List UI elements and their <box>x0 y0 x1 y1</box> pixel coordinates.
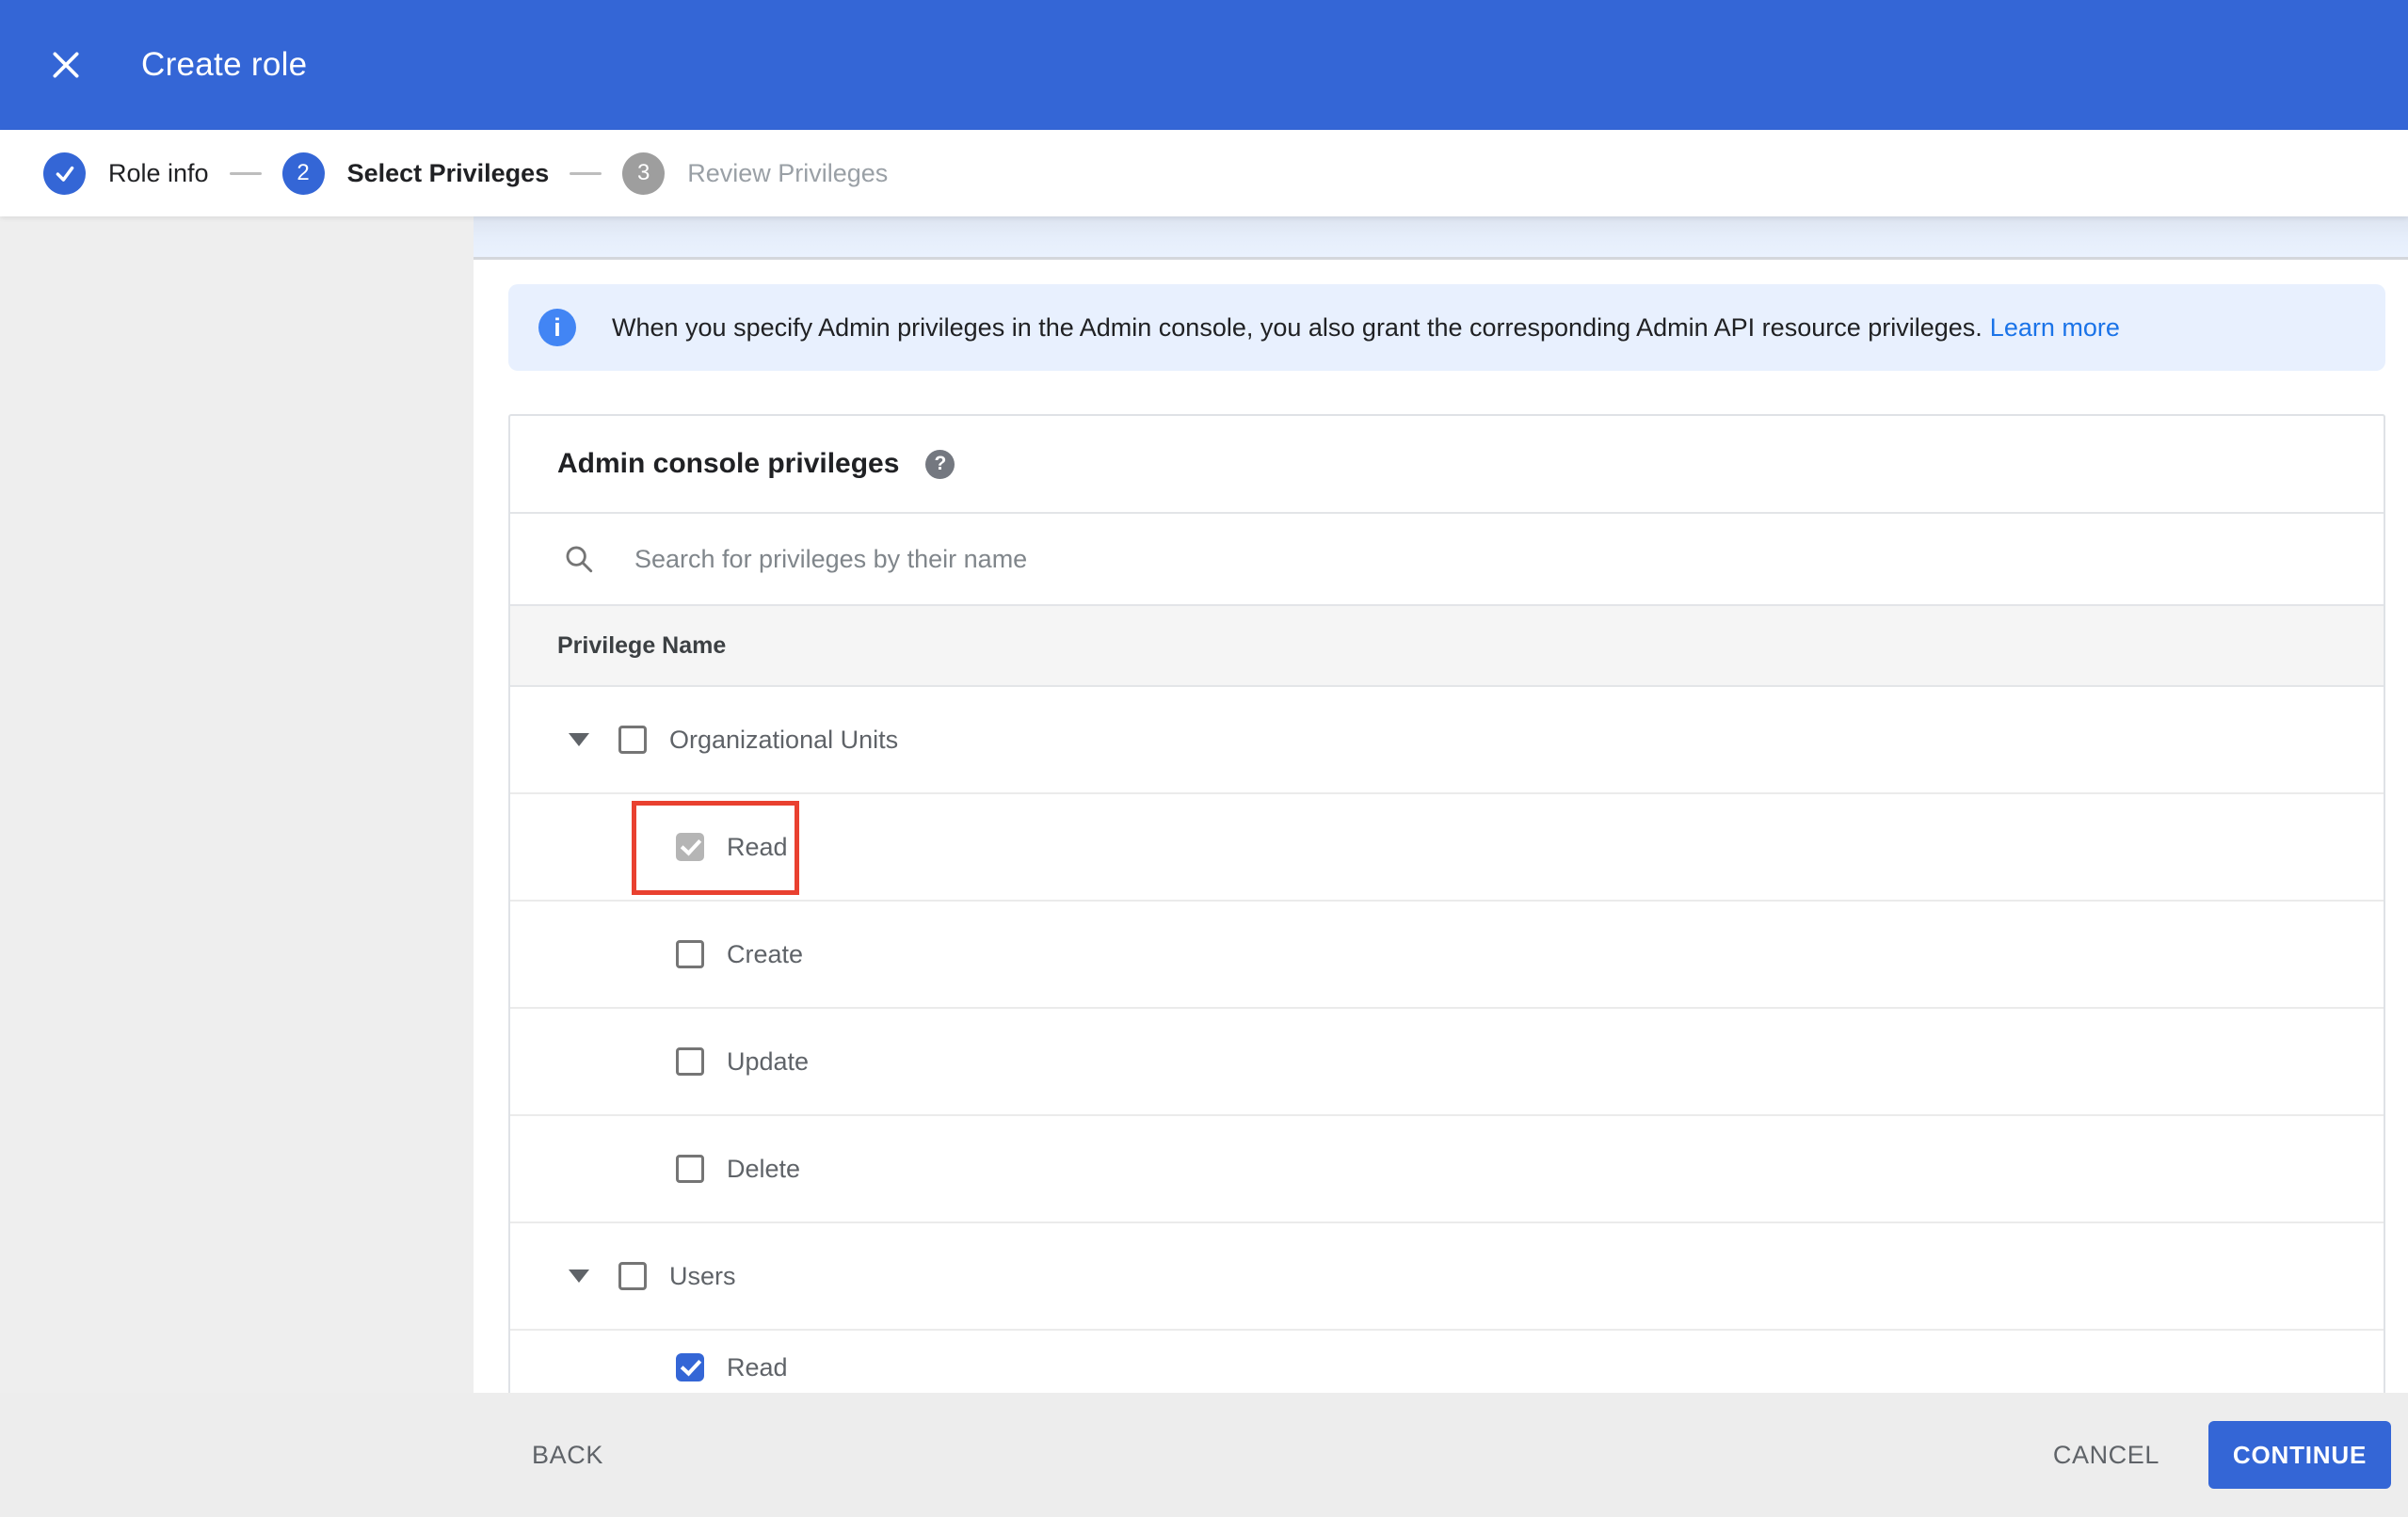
step-circle-icon: 2 <box>281 152 325 195</box>
check-icon <box>56 166 73 182</box>
privilege-search-row <box>510 514 2384 606</box>
step-circle-icon <box>43 152 86 195</box>
dialog-footer: BACK CANCEL CONTINUE <box>0 1393 2408 1517</box>
privilege-search-input[interactable] <box>633 543 2139 575</box>
privilege-label: Delete <box>727 1154 801 1183</box>
expand-arrow-icon[interactable] <box>569 733 589 746</box>
info-banner-message: When you specify Admin privileges in the… <box>612 312 1983 342</box>
privilege-checkbox[interactable] <box>618 1262 647 1290</box>
main-content: i When you specify Admin privileges in t… <box>474 216 2408 1393</box>
column-header-label: Privilege Name <box>557 631 727 659</box>
privilege-row[interactable]: Read <box>510 794 2384 902</box>
dialog-header: Create role <box>0 0 2408 130</box>
privilege-checkbox[interactable] <box>618 726 647 754</box>
info-banner-text: When you specify Admin privileges in the… <box>612 313 2120 343</box>
content-area: i When you specify Admin privileges in t… <box>474 260 2408 1393</box>
back-button[interactable]: BACK <box>513 1441 622 1470</box>
dialog-body: i When you specify Admin privileges in t… <box>0 216 2408 1393</box>
stepper: Role info 2 Select Privileges 3 Review P… <box>0 130 2408 216</box>
step-connector <box>570 171 602 175</box>
privilege-label: Organizational Units <box>669 725 899 754</box>
privilege-label: Read <box>727 1353 788 1381</box>
privilege-label: Create <box>727 939 804 968</box>
create-role-dialog: Create role Role info 2 Select Privilege… <box>0 0 2408 1517</box>
stepper-step-select-privileges[interactable]: 2 Select Privileges <box>281 152 550 195</box>
info-banner: i When you specify Admin privileges in t… <box>508 284 2385 371</box>
privilege-row[interactable]: Users <box>510 1223 2384 1331</box>
privilege-row[interactable]: Organizational Units <box>510 687 2384 794</box>
table-header: Privilege Name <box>510 606 2384 687</box>
privilege-row[interactable]: Read <box>510 1331 2384 1393</box>
privilege-checkbox[interactable] <box>676 1353 704 1381</box>
privilege-checkbox[interactable] <box>676 1155 704 1183</box>
privilege-checkbox[interactable] <box>676 1047 704 1076</box>
privilege-label: Read <box>727 832 788 861</box>
search-icon <box>566 546 593 573</box>
privilege-rows: Organizational Units Read Create Update … <box>510 687 2384 1393</box>
step-circle-icon: 3 <box>622 152 666 195</box>
privilege-row[interactable]: Create <box>510 902 2384 1009</box>
privilege-checkbox[interactable] <box>676 833 704 861</box>
card-title: Admin console privileges <box>557 448 900 479</box>
expand-arrow-icon[interactable] <box>569 1269 589 1283</box>
continue-button[interactable]: CONTINUE <box>2208 1421 2391 1489</box>
privilege-row[interactable]: Update <box>510 1009 2384 1116</box>
privilege-label: Users <box>669 1261 736 1290</box>
stepper-step-role-info[interactable]: Role info <box>43 152 209 195</box>
info-icon: i <box>538 309 576 346</box>
admin-console-privileges-card: Admin console privileges ? Privilege Nam… <box>508 414 2385 1393</box>
step-label: Review Privileges <box>687 158 889 187</box>
stepper-step-review-privileges[interactable]: 3 Review Privileges <box>622 152 888 195</box>
dialog-title: Create role <box>141 46 308 83</box>
privilege-label: Update <box>727 1046 810 1076</box>
cancel-button[interactable]: CANCEL <box>2034 1441 2178 1470</box>
step-label: Role info <box>108 158 209 187</box>
step-connector <box>229 171 262 175</box>
close-button[interactable] <box>36 35 96 95</box>
left-sidebar <box>0 216 474 1393</box>
scrolled-content-strip <box>474 216 2408 260</box>
card-title-row: Admin console privileges ? <box>510 416 2384 514</box>
close-icon <box>53 52 79 78</box>
privilege-row[interactable]: Delete <box>510 1116 2384 1223</box>
help-icon[interactable]: ? <box>925 449 955 479</box>
step-label: Select Privileges <box>346 158 550 187</box>
learn-more-link[interactable]: Learn more <box>1990 313 2120 342</box>
privilege-checkbox[interactable] <box>676 940 704 968</box>
